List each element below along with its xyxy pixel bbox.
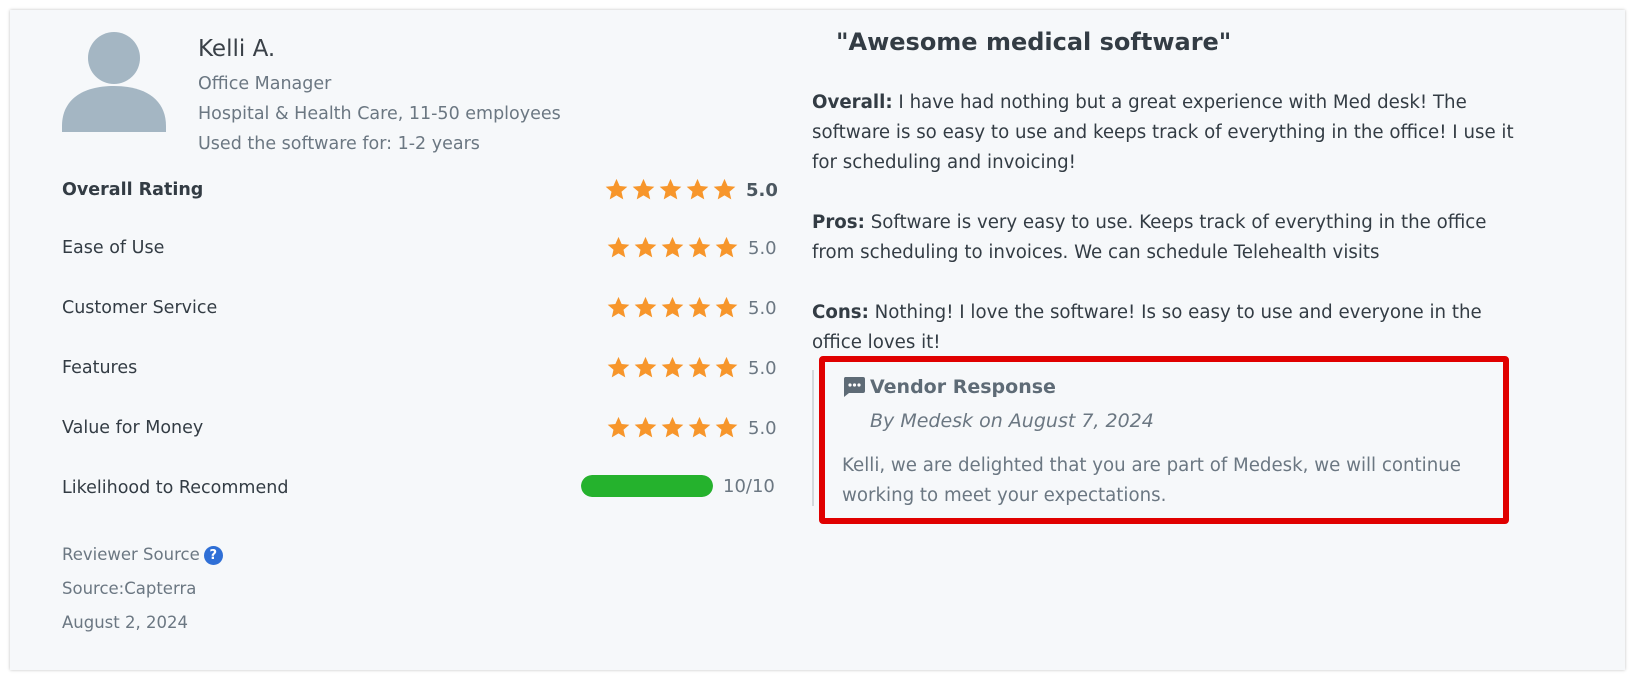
rating-score-customer-service: 5.0	[748, 298, 777, 319]
star-icon	[607, 236, 630, 258]
highlight-box	[819, 356, 1509, 524]
review-date: August 2, 2024	[62, 613, 188, 632]
star-icon	[715, 296, 738, 318]
recommend-bar	[581, 475, 713, 497]
star-icon	[715, 356, 738, 378]
star-icon	[634, 296, 657, 318]
rating-label-features: Features	[62, 358, 138, 378]
rating-score-ease-of-use: 5.0	[748, 238, 777, 259]
source-name: Source:Capterra	[62, 579, 197, 598]
star-icon	[661, 356, 684, 378]
rating-score-value-for-money: 5.0	[748, 418, 777, 439]
star-icon	[634, 416, 657, 438]
reviewer-usage: Used the software for: 1-2 years	[198, 134, 480, 154]
rating-score-overall: 5.0	[746, 180, 778, 201]
rating-label-ease-of-use: Ease of Use	[62, 238, 165, 258]
recommend-bar-fill	[581, 475, 713, 497]
star-icon	[634, 356, 657, 378]
star-icon	[686, 178, 709, 200]
pros-text: Software is very easy to use. Keeps trac…	[812, 212, 1487, 263]
star-icon	[659, 178, 682, 200]
star-icon	[632, 178, 655, 200]
reviewer-source-label: Reviewer Source	[62, 545, 200, 564]
rating-stars-overall	[604, 177, 737, 202]
rating-label-customer-service: Customer Service	[62, 298, 218, 318]
rating-label-value-for-money: Value for Money	[62, 418, 204, 438]
reviewer-source: Reviewer Source?	[62, 545, 223, 565]
star-icon	[688, 416, 711, 438]
rating-stars-ease-of-use	[606, 235, 739, 260]
question-circle-icon[interactable]: ?	[203, 546, 223, 565]
star-icon	[688, 296, 711, 318]
star-icon	[713, 178, 736, 200]
vendor-divider	[812, 370, 814, 506]
recommend-score: 10/10	[723, 476, 775, 497]
rating-stars-customer-service	[606, 295, 739, 320]
star-icon	[607, 416, 630, 438]
overall-text: I have had nothing but a great experienc…	[812, 92, 1514, 173]
star-icon	[607, 356, 630, 378]
rating-stars-value-for-money	[606, 415, 739, 440]
review-pros: Pros: Software is very easy to use. Keep…	[812, 208, 1532, 268]
rating-stars-features	[606, 355, 739, 380]
recommend-label: Likelihood to Recommend	[62, 478, 289, 498]
reviewer-name: Kelli A.	[198, 36, 276, 62]
star-icon	[688, 356, 711, 378]
star-icon	[607, 296, 630, 318]
overall-label: Overall:	[812, 92, 893, 113]
review-overall: Overall: I have had nothing but a great …	[812, 88, 1532, 178]
star-icon	[715, 416, 738, 438]
reviewer-company: Hospital & Health Care, 11-50 employees	[198, 104, 561, 124]
pros-label: Pros:	[812, 212, 865, 233]
review-cons: Cons: Nothing! I love the software! Is s…	[812, 298, 1532, 358]
star-icon	[634, 236, 657, 258]
cons-text: Nothing! I love the software! Is so easy…	[812, 302, 1482, 353]
review-card: Kelli A. Office Manager Hospital & Healt…	[10, 10, 1625, 670]
reviewer-role: Office Manager	[198, 74, 332, 94]
cons-label: Cons:	[812, 302, 869, 323]
star-icon	[688, 236, 711, 258]
rating-score-features: 5.0	[748, 358, 777, 379]
star-icon	[661, 296, 684, 318]
star-icon	[715, 236, 738, 258]
rating-label-overall: Overall Rating	[62, 180, 204, 200]
avatar-icon	[62, 32, 166, 132]
star-icon	[661, 236, 684, 258]
star-icon	[661, 416, 684, 438]
review-title: "Awesome medical software"	[836, 28, 1232, 56]
star-icon	[605, 178, 628, 200]
